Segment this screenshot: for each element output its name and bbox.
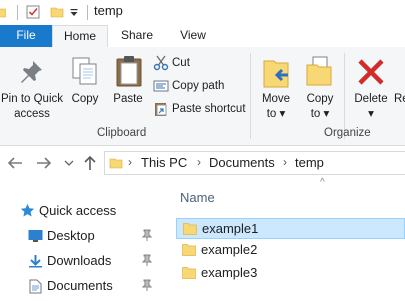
pin-icon[interactable]: [142, 254, 152, 266]
breadcrumb-chevron-icon[interactable]: ›: [283, 155, 287, 169]
file-list: ^ Name example1 example2 example3: [170, 177, 405, 301]
tab-view[interactable]: View: [168, 25, 218, 47]
pin-to-quick-access-button[interactable]: Pin to Quick access: [0, 51, 64, 123]
star-icon: [20, 203, 35, 218]
desktop-folder-icon: [28, 229, 43, 243]
breadcrumb-this-pc[interactable]: This PC: [141, 155, 187, 170]
file-row-example2[interactable]: example2: [176, 240, 405, 261]
copy-path-icon: [153, 78, 169, 94]
title-separator: [87, 5, 88, 20]
nav-label: Desktop: [47, 228, 95, 243]
ribbon-home: Pin to Quick access Copy Paste Cut Copy …: [0, 47, 405, 146]
nav-item-quick-access[interactable]: Quick access: [20, 200, 160, 222]
documents-folder-icon: [29, 279, 42, 294]
paste-label: Paste: [113, 93, 143, 105]
tab-home[interactable]: Home: [52, 25, 108, 48]
file-name: example2: [201, 242, 258, 257]
paste-shortcut-icon: [153, 101, 169, 117]
paste-shortcut-label: Paste shortcut: [172, 103, 246, 115]
delete-dropdown-icon[interactable]: ▾: [350, 107, 392, 122]
copy-label: Copy: [71, 93, 99, 105]
move-to-button[interactable]: Move to ▾: [256, 51, 296, 125]
pin-icon[interactable]: [142, 279, 152, 291]
tab-share[interactable]: Share: [112, 25, 162, 47]
nav-label: Downloads: [47, 253, 112, 268]
copy-to-label-line2: to ▾: [310, 108, 330, 120]
window-title: temp: [94, 3, 123, 18]
ribbon-separator: [250, 53, 251, 139]
breadcrumb-chevron-icon[interactable]: ›: [197, 155, 201, 169]
folder-icon: [182, 266, 196, 279]
column-header-name[interactable]: Name: [180, 190, 215, 205]
ribbon-tabs: File Home Share View: [0, 25, 405, 48]
forward-arrow-icon[interactable]: [36, 155, 52, 171]
pin-label-line1: Pin to Quick: [1, 93, 63, 105]
nav-label: Quick access: [39, 203, 117, 218]
copy-icon: [71, 56, 99, 86]
file-row-example3[interactable]: example3: [176, 263, 405, 284]
copy-to-icon: [305, 55, 335, 87]
paste-button[interactable]: Paste: [108, 51, 148, 123]
location-folder-icon: [109, 156, 123, 170]
move-to-icon: [262, 57, 292, 89]
new-folder-icon[interactable]: [50, 5, 64, 19]
file-name: example1: [202, 221, 259, 236]
folder-icon: [183, 222, 197, 235]
nav-label: Documents: [47, 278, 113, 293]
copy-to-button[interactable]: Copy to ▾: [300, 51, 340, 125]
copy-to-label-text: to: [310, 108, 321, 120]
cut-button[interactable]: Cut: [153, 53, 243, 73]
title-separator: [17, 5, 18, 20]
address-bar[interactable]: › This PC › Documents › temp: [104, 151, 405, 175]
pin-label-line2: access: [14, 108, 50, 120]
nav-item-documents[interactable]: Documents: [28, 275, 158, 297]
downloads-folder-icon: [28, 254, 43, 268]
nav-item-desktop[interactable]: Desktop: [28, 225, 158, 247]
delete-icon: [357, 58, 385, 86]
navigation-pane: Quick access Desktop Downloads Documents: [0, 180, 170, 301]
pin-icon[interactable]: [142, 229, 152, 241]
back-arrow-icon[interactable]: [7, 155, 23, 171]
up-arrow-icon[interactable]: [82, 155, 98, 171]
sort-ascending-icon: ^: [320, 177, 325, 188]
recent-locations-icon[interactable]: [64, 158, 74, 168]
scissors-icon: [153, 55, 169, 71]
properties-icon[interactable]: [26, 5, 40, 19]
copy-path-button[interactable]: Copy path: [153, 76, 243, 96]
pin-icon: [18, 59, 44, 85]
delete-label: Delete: [354, 93, 388, 105]
copy-to-label-line1: Copy: [306, 93, 334, 105]
breadcrumb-chevron-icon[interactable]: ›: [128, 155, 132, 169]
paste-shortcut-button[interactable]: Paste shortcut: [153, 99, 248, 119]
move-to-label-line2: to ▾: [266, 108, 286, 120]
move-to-label-line1: Move: [261, 93, 291, 105]
file-name: example3: [201, 265, 258, 280]
clipboard-group-label: Clipboard: [97, 127, 147, 139]
breadcrumb-temp[interactable]: temp: [295, 155, 324, 170]
copy-path-label: Copy path: [172, 80, 225, 92]
paste-icon: [115, 55, 143, 87]
cut-label: Cut: [172, 57, 190, 69]
customize-toolbar-icon[interactable]: [69, 5, 79, 19]
breadcrumb-documents[interactable]: Documents: [209, 155, 275, 170]
title-bar: temp: [0, 0, 405, 25]
organize-group-label: Organize: [324, 127, 371, 139]
nav-item-downloads[interactable]: Downloads: [28, 250, 158, 272]
folder-icon: [182, 243, 196, 256]
copy-button[interactable]: Copy: [66, 51, 104, 123]
navigation-row: › This PC › Documents › temp: [0, 146, 405, 180]
rename-label: Re: [394, 93, 405, 105]
folder-icon[interactable]: [0, 6, 6, 18]
rename-button[interactable]: Re: [394, 51, 405, 125]
file-row-example1[interactable]: example1: [176, 218, 405, 239]
delete-button[interactable]: Delete ▾: [350, 51, 392, 125]
move-to-label-text: to: [266, 108, 277, 120]
tab-file[interactable]: File: [0, 25, 52, 47]
